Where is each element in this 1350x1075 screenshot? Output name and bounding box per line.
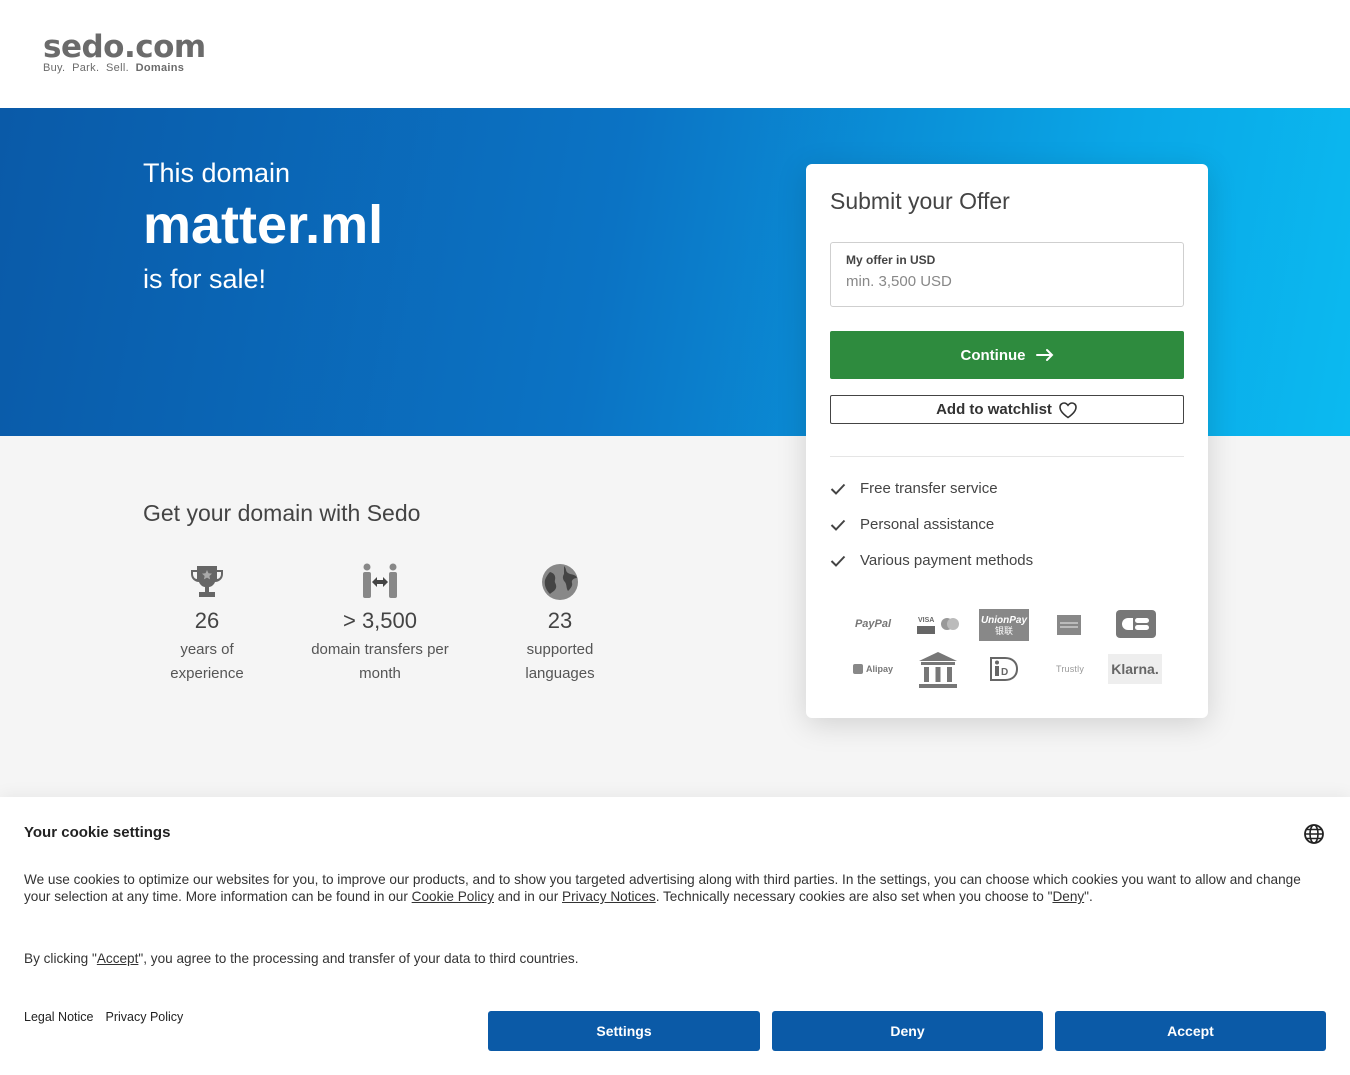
cookie-settings-button[interactable]: Settings xyxy=(488,1011,760,1051)
check-icon xyxy=(830,483,846,495)
cookie-policy-link[interactable]: Cookie Policy xyxy=(412,889,494,904)
trustly-logo: Trustly xyxy=(1055,664,1085,674)
add-to-watchlist-button[interactable]: Add to watchlist xyxy=(830,395,1184,424)
amex-logo xyxy=(1056,612,1082,638)
cookie-description: We use cookies to optimize our websites … xyxy=(24,872,1301,904)
domain-name: matter.ml xyxy=(143,195,384,255)
stat-languages: 23 supported languages xyxy=(500,562,620,686)
hero-subtitle: is for sale! xyxy=(143,264,267,294)
paypal-logo: PayPal xyxy=(854,618,892,630)
trophy-icon xyxy=(187,562,227,602)
stat-label: supported languages xyxy=(525,641,595,682)
visa-mastercard-logo: VISA xyxy=(914,612,962,638)
section-title: Get your domain with Sedo xyxy=(143,500,421,526)
hero-pretitle: This domain xyxy=(143,158,291,188)
cookie-consent-text: By clicking "Accept", you agree to the p… xyxy=(24,951,579,966)
stat-label: years of experience xyxy=(170,641,244,682)
cookie-deny-button[interactable]: Deny xyxy=(772,1011,1043,1051)
watchlist-label: Add to watchlist xyxy=(936,401,1052,418)
feature-item: Various payment methods xyxy=(830,552,1033,569)
arrow-right-icon xyxy=(1035,349,1053,361)
logo-sell: Sell. xyxy=(106,62,129,74)
offer-label: My offer in USD xyxy=(846,253,936,267)
offer-field[interactable]: My offer in USD xyxy=(830,242,1184,307)
offer-card: Submit your Offer My offer in USD Contin… xyxy=(806,164,1208,718)
divider xyxy=(830,456,1184,457)
offer-title: Submit your Offer xyxy=(830,188,1010,214)
logo-domains: Domains xyxy=(135,62,185,74)
continue-button[interactable]: Continue xyxy=(830,331,1184,379)
cookie-title: Your cookie settings xyxy=(24,824,171,841)
ideal-logo: D xyxy=(988,655,1020,683)
stat-label: domain transfers per month xyxy=(311,641,449,682)
stat-experience: 26 years of experience xyxy=(157,562,257,686)
logo-tagline: Buy. Park. Sell. Domains xyxy=(43,62,206,74)
heart-icon xyxy=(1059,401,1077,418)
bank-transfer-icon xyxy=(916,649,960,691)
language-globe-icon[interactable] xyxy=(1303,823,1325,845)
feature-item: Free transfer service xyxy=(830,480,998,497)
logo-buy: Buy. xyxy=(43,62,66,74)
privacy-notices-link[interactable]: Privacy Notices xyxy=(562,889,656,904)
unionpay-logo: UnionPay 银联 xyxy=(979,609,1029,641)
legal-notice-link[interactable]: Legal Notice xyxy=(24,1010,94,1024)
site-header: sedo.com Buy. Park. Sell. Domains xyxy=(0,0,1350,108)
stat-number: 26 xyxy=(194,608,220,633)
check-icon xyxy=(830,555,846,567)
globe-icon xyxy=(540,562,580,602)
cb-card-logo xyxy=(1114,608,1158,640)
svg-text:VISA: VISA xyxy=(918,617,934,624)
klarna-logo: Klarna. xyxy=(1108,654,1162,684)
logo-park: Park. xyxy=(72,62,100,74)
cookie-banner: Your cookie settings We use cookies to o… xyxy=(0,797,1350,1075)
accept-link[interactable]: Accept xyxy=(97,951,139,966)
stat-number: > 3,500 xyxy=(342,608,417,633)
offer-input[interactable] xyxy=(846,273,1166,290)
logo-wordmark: sedo.com xyxy=(43,29,206,65)
cookie-footer-links: Legal Notice Privacy Policy xyxy=(24,1010,183,1024)
stat-number: 23 xyxy=(547,608,573,633)
stat-transfers: > 3,500 domain transfers per month xyxy=(300,562,460,686)
check-icon xyxy=(830,519,846,531)
svg-text:D: D xyxy=(1001,667,1008,678)
privacy-policy-link[interactable]: Privacy Policy xyxy=(106,1010,184,1024)
alipay-logo: Alipay xyxy=(844,658,902,680)
deny-link[interactable]: Deny xyxy=(1052,889,1084,904)
feature-item: Personal assistance xyxy=(830,516,994,533)
transfer-icon xyxy=(360,562,400,602)
continue-label: Continue xyxy=(960,346,1026,364)
cookie-accept-button[interactable]: Accept xyxy=(1055,1011,1326,1051)
sedo-logo[interactable]: sedo.com Buy. Park. Sell. Domains xyxy=(43,30,206,74)
